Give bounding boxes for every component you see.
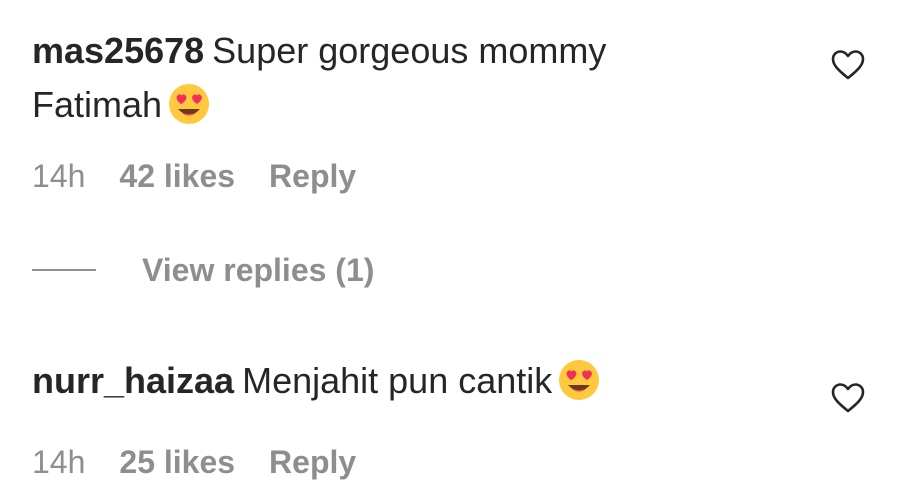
like-heart-icon[interactable] bbox=[830, 380, 866, 416]
replies-divider-line bbox=[32, 269, 96, 271]
comment-text: Menjahit pun cantik bbox=[242, 360, 553, 401]
comment-body: mas25678 Super gorgeous mommy Fatimah bbox=[32, 24, 812, 140]
comment-meta: 14h 25 likes Reply bbox=[32, 442, 356, 482]
comment-item: mas25678 Super gorgeous mommy Fatimah bbox=[32, 24, 812, 140]
like-heart-icon[interactable] bbox=[830, 47, 866, 83]
reply-button[interactable]: Reply bbox=[269, 444, 356, 481]
comment-time: 14h bbox=[32, 157, 86, 194]
comment-likes[interactable]: 42 likes bbox=[119, 158, 235, 195]
comment-text-line2: Fatimah bbox=[32, 84, 163, 125]
heart-eyes-emoji-icon bbox=[558, 359, 600, 416]
comment-likes[interactable]: 25 likes bbox=[119, 444, 235, 481]
comment-item: nurr_haizaa Menjahit pun cantik bbox=[32, 354, 812, 416]
comment-meta: 14h 42 likes Reply bbox=[32, 156, 356, 196]
view-replies[interactable]: View replies (1) bbox=[32, 250, 374, 290]
view-replies-button[interactable]: View replies (1) bbox=[142, 252, 374, 289]
comment-time: 14h bbox=[32, 443, 86, 480]
heart-eyes-emoji-icon bbox=[168, 83, 210, 140]
comment-body: nurr_haizaa Menjahit pun cantik bbox=[32, 354, 812, 416]
comment-text-line1: Super gorgeous mommy bbox=[212, 30, 607, 71]
comment-username[interactable]: nurr_haizaa bbox=[32, 360, 234, 401]
comment-username[interactable]: mas25678 bbox=[32, 30, 204, 71]
reply-button[interactable]: Reply bbox=[269, 158, 356, 195]
